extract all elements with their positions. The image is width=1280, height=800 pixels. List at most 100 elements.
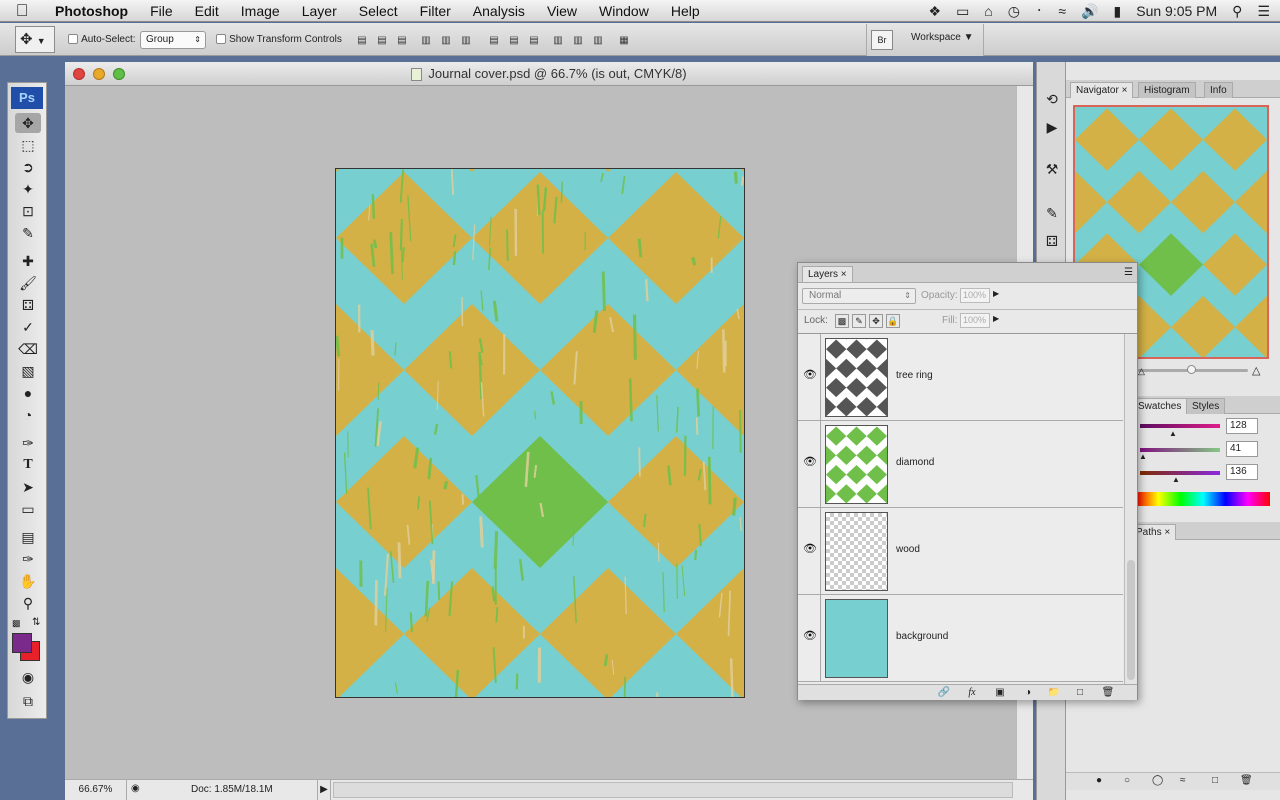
layer-name[interactable]: diamond [896,457,934,468]
align-hcenter-icon[interactable]: ▥ [436,31,456,49]
brush-tool-icon[interactable]: 🖌 [15,273,41,293]
menu-view[interactable]: View [536,3,588,19]
auto-select-dropdown[interactable]: Group ⇕ [140,31,206,49]
layers-scroll-thumb[interactable] [1127,560,1135,680]
zoom-window-icon[interactable] [113,68,125,80]
battery-icon[interactable]: ▮ [1114,3,1122,20]
red-slider-thumb[interactable]: ▲ [1169,429,1177,438]
fill-path-icon[interactable]: ● [1096,775,1102,786]
lock-all-icon[interactable]: 🔒 [886,314,900,328]
hand-tool-icon[interactable]: ✋ [15,571,41,591]
distribute-hcenter-icon[interactable]: ▥ [568,31,588,49]
layer-row-tree-ring[interactable]: 👁 tree ring [798,334,1123,421]
distribute-top-icon[interactable]: ▤ [484,31,504,49]
menu-window[interactable]: Window [588,3,660,19]
lock-position-icon[interactable]: ✥ [869,314,883,328]
clone-stamp-tool-icon[interactable]: ⚃ [15,295,41,315]
photoshop-logo[interactable]: Ps [11,87,43,109]
tab-styles[interactable]: Styles [1186,398,1226,414]
layer-row-background[interactable]: 👁 background [798,595,1123,682]
distribute-left-icon[interactable]: ▥ [548,31,568,49]
load-selection-icon[interactable]: ◯ [1152,775,1163,786]
navigator-zoom-thumb[interactable] [1187,365,1196,374]
tab-swatches[interactable]: Swatches [1132,398,1188,414]
tool-preset-picker[interactable]: ✥ ▼ [15,26,55,53]
volume-icon[interactable]: 🔊 [1081,3,1098,20]
green-slider-thumb[interactable]: ▲ [1139,452,1147,461]
lasso-tool-icon[interactable]: ➲ [15,157,41,177]
make-work-path-icon[interactable]: ≈ [1180,775,1186,786]
delete-path-icon[interactable]: 🗑 [1240,775,1253,786]
blue-slider-thumb[interactable]: ▲ [1172,475,1180,484]
list-icon[interactable]: ☰ [1257,3,1270,20]
close-window-icon[interactable] [73,68,85,80]
auto-select-checkbox[interactable] [68,34,78,45]
layer-row-wood[interactable]: 👁 wood [798,508,1123,595]
healing-brush-tool-icon[interactable]: ✚ [15,251,41,271]
horizontal-scrollbar[interactable] [333,782,1013,798]
distribute-right-icon[interactable]: ▥ [588,31,608,49]
distribute-bottom-icon[interactable]: ▤ [524,31,544,49]
fill-arrow-icon[interactable]: ▶ [993,314,999,323]
tool-presets-icon[interactable]: ⚒ [1041,158,1063,180]
menu-image[interactable]: Image [230,3,291,19]
tab-info[interactable]: Info [1204,82,1233,98]
align-left-icon[interactable]: ▥ [416,31,436,49]
blue-value-field[interactable]: 136 [1226,464,1258,480]
visibility-eye-icon[interactable]: 👁 [802,367,818,383]
zoom-out-icon[interactable]: △ [1138,366,1145,377]
zoom-field[interactable]: 66.67% [65,780,127,800]
close-tab-icon[interactable]: × [1164,527,1170,538]
new-group-icon[interactable]: 📁 [1044,685,1064,701]
layer-name[interactable]: background [896,631,948,642]
bluetooth-icon[interactable]: ᛫ [1035,3,1043,19]
color-spectrum-bar[interactable] [1136,492,1270,506]
visibility-eye-icon[interactable]: 👁 [802,541,818,557]
layer-style-icon[interactable]: fx [962,685,982,701]
workspace-menu[interactable]: Workspace ▼ [911,32,974,43]
lock-transparent-icon[interactable]: ▩ [835,314,849,328]
crop-tool-icon[interactable]: ⊡ [15,201,41,221]
menu-select[interactable]: Select [348,3,409,19]
menu-layer[interactable]: Layer [291,3,348,19]
green-value-field[interactable]: 41 [1226,441,1258,457]
layer-row-diamond[interactable]: 👁 diamond [798,421,1123,508]
red-slider-track[interactable] [1140,424,1220,428]
quick-mask-icon[interactable]: ◉ [15,667,41,687]
blue-slider-track[interactable] [1140,471,1220,475]
link-layers-icon[interactable]: 🔗 [934,685,954,701]
status-menu-arrow-icon[interactable]: ▶ [317,780,331,800]
zoom-in-icon[interactable]: △ [1252,364,1260,377]
layer-name[interactable]: wood [896,544,920,555]
close-tab-icon[interactable]: × [1122,85,1128,96]
wifi-icon[interactable]: ≈ [1058,3,1066,19]
menu-photoshop[interactable]: Photoshop [44,3,139,19]
tab-histogram[interactable]: Histogram [1138,82,1196,98]
blur-tool-icon[interactable]: ● [15,383,41,403]
swap-colors-icon[interactable]: ⇅ [32,617,40,628]
document-canvas[interactable] [335,168,745,698]
bridge-icon[interactable]: Br [871,30,893,50]
red-value-field[interactable]: 128 [1226,418,1258,434]
close-tab-icon[interactable]: × [841,269,847,280]
align-top-icon[interactable]: ▤ [352,31,372,49]
magic-wand-tool-icon[interactable]: ✦ [15,179,41,199]
fill-field[interactable]: 100% [960,313,990,328]
menu-filter[interactable]: Filter [409,3,462,19]
pen-tool-icon[interactable]: ✑ [15,433,41,453]
apple-menu-icon[interactable]:  [0,1,44,21]
dropbox-icon[interactable]: ❖ [929,3,942,20]
screen-mode-icon[interactable]: ⧉ [15,691,41,711]
layers-scrollbar[interactable] [1124,334,1137,684]
status-info-icon[interactable]: ◉ [131,783,140,794]
align-vcenter-icon[interactable]: ▤ [372,31,392,49]
layer-name[interactable]: tree ring [896,370,933,381]
stroke-path-icon[interactable]: ○ [1124,775,1130,786]
history-panel-icon[interactable]: ⟲ [1041,88,1063,110]
spotlight-search-icon[interactable]: ⚲ [1232,3,1242,20]
shape-tool-icon[interactable]: ▭ [15,499,41,519]
home-icon[interactable]: ⌂ [984,3,992,19]
actions-panel-icon[interactable]: ▶ [1041,116,1063,138]
dodge-tool-icon[interactable]: ◔ [15,405,41,425]
slice-tool-icon[interactable]: ✎ [15,223,41,243]
